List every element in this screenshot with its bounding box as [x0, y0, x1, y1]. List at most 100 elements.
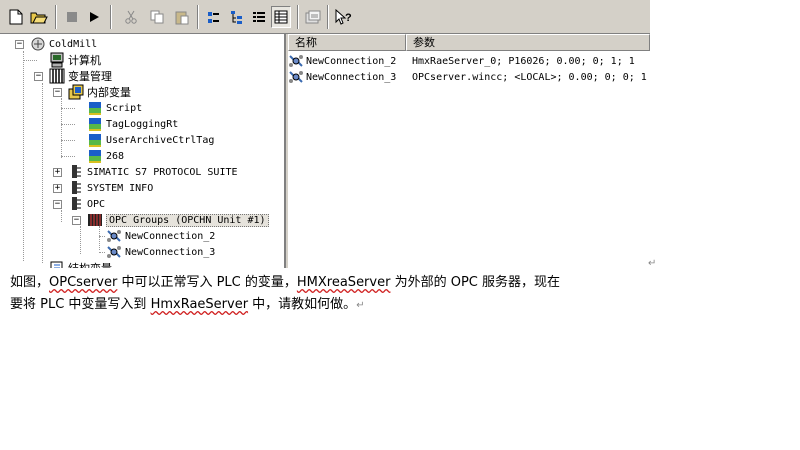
tree-node-computer[interactable]: 计算机 — [49, 52, 101, 68]
tree-node-label: 268 — [106, 150, 125, 162]
svg-text:?: ? — [345, 12, 352, 24]
tree-node-tag-management[interactable]: 变量管理 — [49, 68, 112, 84]
collapse-icon[interactable]: − — [15, 40, 24, 49]
properties-icon[interactable] — [303, 6, 323, 28]
tree-connector — [61, 98, 62, 158]
driver-icon — [68, 196, 84, 212]
tree-connector — [99, 252, 105, 253]
computer-icon — [49, 52, 65, 68]
list-item-params: OPCserver.wincc; <LOCAL>; 0.00; 0; 0; 1 — [412, 71, 647, 83]
tag-icon — [87, 116, 103, 132]
open-folder-icon[interactable] — [29, 6, 49, 28]
caption-text: 为外部的 OPC 服务器，现在 — [390, 275, 560, 290]
tree-connector — [61, 156, 75, 157]
toolbar-separator — [327, 5, 329, 29]
tree-node-label: SYSTEM INFO — [87, 182, 154, 194]
tree-connector — [61, 140, 75, 141]
tree-node-tag[interactable]: Script — [87, 100, 142, 116]
caption-line-2: 要将 PLC 中变量写入到 HmxRaeServer 中，请教如何做。↵ — [10, 293, 365, 312]
channel-unit-icon — [87, 212, 103, 228]
tree-node-tag[interactable]: UserArchiveCtrlTag — [87, 132, 214, 148]
driver-icon — [68, 164, 84, 180]
list-item[interactable]: NewConnection_3 OPCserver.wincc; <LOCAL>… — [288, 69, 650, 85]
tree-connector — [23, 60, 37, 61]
tree-node-label: 变量管理 — [68, 70, 112, 83]
paste-icon[interactable] — [172, 6, 192, 28]
column-header-params[interactable]: 参数 — [406, 34, 650, 51]
tree-node-label: Script — [106, 102, 143, 114]
tree-node-root[interactable]: ColdMill — [30, 36, 97, 52]
collapse-icon[interactable]: − — [34, 72, 43, 81]
tree-node-label: 计算机 — [68, 54, 101, 67]
paragraph-mark: ↵ — [356, 300, 365, 311]
tree-connector — [23, 51, 24, 261]
tree-node-simatic[interactable]: SIMATIC S7 PROTOCOL SUITE — [68, 164, 238, 180]
tree-node-struct-tags[interactable]: 结构变量 — [49, 260, 112, 268]
tag-icon — [87, 100, 103, 116]
list-view-icon[interactable] — [249, 6, 269, 28]
details-list[interactable]: 名称 参数 NewConnection_2 HmxRaeServer_0; P1… — [288, 34, 650, 268]
tree-connector — [99, 226, 100, 250]
project-icon — [30, 36, 46, 52]
connection-icon — [288, 53, 304, 69]
expand-icon[interactable]: + — [53, 184, 62, 193]
tag-icon — [87, 148, 103, 164]
tree-connector — [61, 108, 75, 109]
project-tree[interactable]: − − − + + − − ColdMill 计算机 变量管理 内部变量 Scr… — [0, 34, 286, 268]
cut-icon[interactable] — [121, 6, 141, 28]
tree-node-label: NewConnection_3 — [125, 246, 216, 258]
tree-node-label: 内部变量 — [87, 86, 131, 99]
run-icon[interactable] — [84, 6, 104, 28]
list-item-params: HmxRaeServer_0; P16026; 0.00; 0; 1; 1 — [412, 55, 635, 67]
tree-node-opc[interactable]: OPC — [68, 196, 105, 212]
tree-node-label: ColdMill — [49, 38, 98, 50]
tree-node-label: 结构变量 — [68, 260, 112, 268]
struct-tags-icon — [49, 260, 65, 268]
tree-connector — [80, 226, 81, 254]
stop-icon[interactable] — [62, 6, 82, 28]
connection-icon — [288, 69, 304, 85]
tree-node-connection[interactable]: NewConnection_3 — [106, 244, 215, 260]
toolbar-separator — [297, 5, 299, 29]
details-view-icon[interactable] — [271, 6, 291, 28]
tree-connector — [61, 124, 75, 125]
help-icon[interactable]: ? — [334, 6, 354, 28]
collapse-icon[interactable]: − — [72, 216, 81, 225]
small-icons-view-icon[interactable] — [204, 6, 224, 28]
collapse-icon[interactable]: − — [53, 200, 62, 209]
toolbar-separator — [197, 5, 199, 29]
list-item-name: NewConnection_2 — [306, 55, 397, 67]
toolbar-separator — [110, 5, 112, 29]
paragraph-mark: ↵ — [648, 258, 657, 269]
column-header-name[interactable]: 名称 — [288, 34, 406, 51]
connection-icon — [106, 228, 122, 244]
list-item[interactable]: NewConnection_2 HmxRaeServer_0; P16026; … — [288, 53, 650, 69]
copy-icon[interactable] — [147, 6, 167, 28]
tree-connector — [42, 83, 43, 263]
toolbar-separator — [55, 5, 57, 29]
connection-icon — [106, 244, 122, 260]
caption-term: HMXreaServer — [296, 275, 391, 290]
tree-node-system-info[interactable]: SYSTEM INFO — [68, 180, 153, 196]
tree-node-label: NewConnection_2 — [125, 230, 216, 242]
tree-node-opc-groups[interactable]: OPC Groups (OPCHN Unit #1) — [87, 212, 269, 228]
tree-node-label: SIMATIC S7 PROTOCOL SUITE — [87, 166, 238, 178]
tree-node-tag[interactable]: TagLoggingRt — [87, 116, 178, 132]
tree-node-internal-tags[interactable]: 内部变量 — [68, 84, 131, 100]
tag-icon — [87, 132, 103, 148]
wincc-explorer-window: ? − − − + + − − ColdMill 计算机 变量管理 内部变量 S… — [0, 0, 650, 268]
expand-icon[interactable]: + — [53, 168, 62, 177]
new-file-icon[interactable] — [6, 6, 26, 28]
tree-connector — [99, 236, 105, 237]
tree-view-icon[interactable] — [227, 6, 247, 28]
caption-text: 如图， — [10, 275, 50, 290]
tree-node-connection[interactable]: NewConnection_2 — [106, 228, 215, 244]
tree-node-label: UserArchiveCtrlTag — [106, 134, 215, 146]
toolbar: ? — [0, 0, 650, 34]
caption-text: 中，请教如何做。 — [248, 297, 357, 312]
internal-tags-icon — [68, 84, 84, 100]
tree-node-tag[interactable]: 268 — [87, 148, 124, 164]
tree-node-label: OPC — [87, 198, 106, 210]
tree-node-label: OPC Groups (OPCHN Unit #1) — [106, 213, 269, 227]
collapse-icon[interactable]: − — [53, 88, 62, 97]
